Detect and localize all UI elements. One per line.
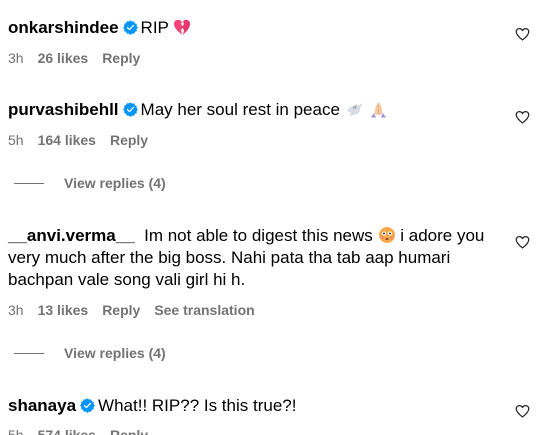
comment: purvashibehll May her soul rest in peace … [8,99,544,148]
comment-text: What!! RIP?? Is this true?! [98,396,297,415]
comment-meta: 3h 13 likes Reply See translation [8,302,269,318]
reply-button[interactable]: Reply [110,132,148,148]
comment-meta: 5h 164 likes Reply [8,132,162,148]
heart-outline-icon[interactable] [515,110,530,124]
reply-button[interactable]: Reply [110,427,148,435]
comments-panel: onkarshindee RIP 3h 26 likes Reply purvashi… [0,0,544,435]
comment-text: Im not able to digest this news [144,226,373,245]
comment-time: 5h [8,132,24,148]
comment-username[interactable]: shanaya [8,396,76,415]
comment-text: May her soul rest in peace [140,100,340,119]
comment: onkarshindee RIP 3h 26 likes Reply [8,17,544,66]
view-replies-button[interactable]: View replies (4) [14,345,166,361]
heart-outline-icon[interactable] [515,404,530,418]
comment-likes[interactable]: 26 likes [38,50,89,66]
comment-text: RIP [140,18,169,37]
view-replies-button[interactable]: View replies (4) [14,175,166,191]
flushed-face-emoji [378,227,395,243]
comment-username[interactable]: purvashibehll [8,100,119,119]
heart-outline-icon[interactable] [515,235,530,249]
comment-body: onkarshindee RIP [8,17,498,39]
comment-body: purvashibehll May her soul rest in peace [8,99,498,121]
verified-badge-icon [122,20,138,35]
replies-divider [14,183,44,184]
reply-button[interactable]: Reply [102,302,140,318]
comment-likes[interactable]: 574 likes [38,427,96,435]
dove-emoji [346,103,363,116]
reply-button[interactable]: Reply [102,50,140,66]
comment-likes[interactable]: 164 likes [38,132,96,148]
comment-username[interactable]: onkarshindee [8,18,119,37]
verified-badge-icon [122,102,138,117]
comment-meta: 3h 26 likes Reply [8,50,154,66]
comment-time: 5h [8,427,24,435]
comment-likes[interactable]: 13 likes [38,302,89,318]
replies-divider [14,353,44,354]
comment-time: 3h [8,50,24,66]
view-replies-label: View replies (4) [64,345,166,361]
comment-username[interactable]: __anvi.verma__ [8,226,135,245]
folded-hands-emoji [371,102,387,118]
see-translation-button[interactable]: See translation [154,302,254,318]
comment: __anvi.verma__ Im not able to digest thi… [8,225,544,318]
broken-heart-emoji [174,19,191,35]
verified-badge-icon [80,398,95,413]
comment-body: __anvi.verma__ Im not able to digest thi… [8,225,498,291]
heart-outline-icon[interactable] [515,27,530,41]
comment-meta: 5h 574 likes Reply [8,427,162,435]
comment: shanaya What!! RIP?? Is this true?! 5h 574… [8,395,544,435]
comment-time: 3h [8,302,24,318]
comment-body: shanaya What!! RIP?? Is this true?! [8,395,498,417]
view-replies-label: View replies (4) [64,175,166,191]
